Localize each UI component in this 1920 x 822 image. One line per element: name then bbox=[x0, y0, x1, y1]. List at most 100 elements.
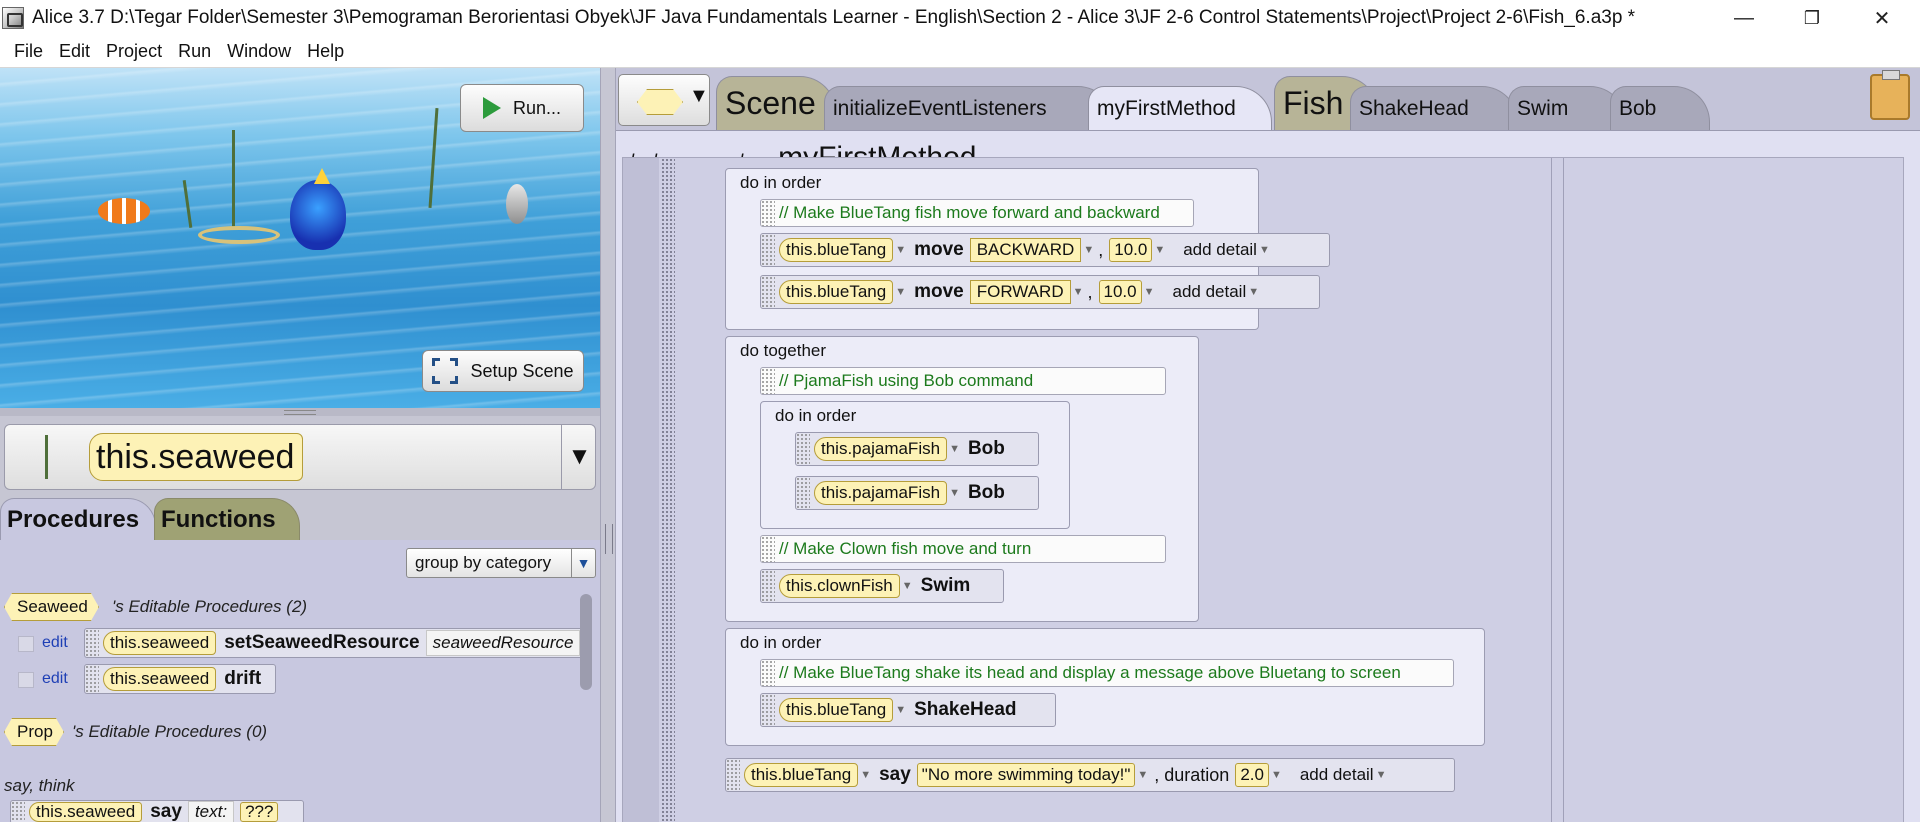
run-button[interactable]: Run... bbox=[460, 84, 584, 132]
chevron-down-icon[interactable]: ▼ bbox=[949, 487, 960, 499]
tab-scene[interactable]: Scene bbox=[716, 76, 836, 130]
drag-handle[interactable] bbox=[85, 665, 99, 693]
say-statement[interactable]: this.blueTang ▼ say "No more swimming tod… bbox=[725, 758, 1455, 792]
do-in-order-block[interactable]: do in order this.pajamaFish ▼ Bob this.pa… bbox=[760, 401, 1070, 529]
scene-splitter[interactable] bbox=[0, 408, 600, 416]
prop-type-tag[interactable]: Prop bbox=[4, 718, 64, 746]
group-by-select[interactable]: group by category ▼ bbox=[406, 548, 596, 578]
direction-pill[interactable]: FORWARD bbox=[969, 280, 1071, 304]
move-statement[interactable]: this.blueTang ▼ move BACKWARD ▼ , 10.0 ▼ ad… bbox=[760, 233, 1330, 267]
chevron-down-icon[interactable]: ▼ bbox=[1376, 769, 1387, 781]
tab-functions[interactable]: Functions bbox=[154, 498, 300, 540]
drag-handle[interactable] bbox=[796, 477, 810, 509]
drag-handle[interactable] bbox=[726, 759, 740, 791]
object-pill[interactable]: this.blueTang bbox=[744, 763, 859, 787]
add-detail-button[interactable]: add detail bbox=[1300, 765, 1374, 785]
drag-handle[interactable] bbox=[761, 200, 775, 226]
bob-statement[interactable]: this.pajamaFish ▼ Bob bbox=[795, 476, 1039, 510]
menu-file[interactable]: File bbox=[14, 41, 43, 62]
drag-handle[interactable] bbox=[761, 536, 775, 562]
object-pill[interactable]: this.clownFish bbox=[779, 574, 900, 598]
comment-statement[interactable]: // Make BlueTang fish move forward and b… bbox=[760, 199, 1194, 227]
menu-run[interactable]: Run bbox=[178, 41, 211, 62]
restore-button[interactable]: ❐ bbox=[1782, 0, 1842, 36]
comment-statement[interactable]: // PjamaFish using Bob command bbox=[760, 367, 1166, 395]
object-pill[interactable]: this.blueTang bbox=[779, 280, 894, 304]
swim-statement[interactable]: this.clownFish ▼ Swim bbox=[760, 569, 1004, 603]
menu-window[interactable]: Window bbox=[227, 41, 291, 62]
parameter-field[interactable]: seaweedResource bbox=[425, 630, 581, 656]
drag-handle[interactable] bbox=[761, 368, 775, 394]
chevron-down-icon[interactable]: ▼ bbox=[895, 286, 906, 298]
direction-pill[interactable]: BACKWARD bbox=[969, 238, 1082, 262]
procedure-tile[interactable]: this.seaweed say text: ??? bbox=[10, 800, 304, 822]
menu-project[interactable]: Project bbox=[106, 41, 162, 62]
do-together-block[interactable]: do together // PjamaFish using Bob comma… bbox=[725, 336, 1199, 622]
chevron-down-icon[interactable]: ▼ bbox=[1073, 286, 1084, 298]
chevron-down-icon[interactable]: ▼ bbox=[902, 580, 913, 592]
comment-statement[interactable]: // Make Clown fish move and turn bbox=[760, 535, 1166, 563]
amount-pill[interactable]: 10.0 bbox=[1098, 280, 1142, 304]
amount-pill[interactable]: 10.0 bbox=[1109, 238, 1153, 262]
setup-scene-button[interactable]: Setup Scene bbox=[422, 350, 584, 392]
edit-checkbox[interactable] bbox=[18, 636, 34, 652]
tab-initialize-event-listeners[interactable]: initializeEventListeners bbox=[824, 86, 1114, 130]
chevron-down-icon[interactable]: ▼ bbox=[1137, 769, 1148, 781]
object-pill[interactable]: this.blueTang bbox=[779, 238, 894, 262]
tab-bob[interactable]: Bob bbox=[1610, 86, 1710, 130]
chevron-down-icon[interactable]: ▼ bbox=[895, 244, 906, 256]
code-drag-handle[interactable] bbox=[661, 158, 675, 822]
drag-handle[interactable] bbox=[11, 801, 25, 822]
pane-divider[interactable] bbox=[600, 68, 616, 822]
procedure-tile[interactable]: this.seaweed setSeaweedResource seaweedR… bbox=[84, 628, 584, 658]
close-button[interactable]: ✕ bbox=[1852, 0, 1912, 36]
seaweed-type-tag[interactable]: Seaweed bbox=[4, 593, 99, 621]
text-param-value[interactable]: ??? bbox=[240, 802, 279, 822]
object-pill[interactable]: this.pajamaFish bbox=[814, 481, 948, 505]
type-selector-button[interactable]: ▼ bbox=[618, 74, 710, 126]
drag-handle[interactable] bbox=[85, 629, 99, 657]
drag-handle[interactable] bbox=[761, 660, 775, 686]
chevron-down-icon[interactable]: ▼ bbox=[1154, 244, 1165, 256]
comment-statement[interactable]: // Make BlueTang shake its head and disp… bbox=[760, 659, 1454, 687]
move-statement[interactable]: this.blueTang ▼ move FORWARD ▼ , 10.0 ▼ add… bbox=[760, 275, 1320, 309]
object-pill[interactable]: this.seaweed bbox=[29, 802, 143, 822]
edit-checkbox[interactable] bbox=[18, 672, 34, 688]
tab-my-first-method[interactable]: myFirstMethod bbox=[1088, 86, 1272, 130]
instance-selector[interactable]: this.seaweed ▼ bbox=[4, 424, 596, 490]
menu-help[interactable]: Help bbox=[307, 41, 344, 62]
duration-pill[interactable]: 2.0 bbox=[1235, 763, 1269, 787]
chevron-down-icon[interactable]: ▼ bbox=[1271, 769, 1282, 781]
drag-handle[interactable] bbox=[761, 694, 775, 726]
do-in-order-block[interactable]: do in order // Make BlueTang fish move f… bbox=[725, 168, 1330, 330]
chevron-down-icon[interactable]: ▼ bbox=[1144, 286, 1155, 298]
chevron-down-icon[interactable]: ▼ bbox=[895, 704, 906, 716]
chevron-down-icon[interactable]: ▼ bbox=[1083, 244, 1094, 256]
drag-handle[interactable] bbox=[796, 433, 810, 465]
procedures-scrollbar[interactable] bbox=[580, 594, 592, 690]
clipboard-icon[interactable] bbox=[1870, 70, 1910, 120]
chevron-down-icon[interactable]: ▼ bbox=[860, 769, 871, 781]
menu-edit[interactable]: Edit bbox=[59, 41, 90, 62]
chevron-down-icon[interactable]: ▼ bbox=[949, 443, 960, 455]
tab-swim[interactable]: Swim bbox=[1508, 86, 1626, 130]
object-pill[interactable]: this.seaweed bbox=[103, 667, 217, 691]
minimize-button[interactable]: — bbox=[1714, 0, 1774, 36]
do-in-order-block[interactable]: do in order // Make BlueTang shake its h… bbox=[725, 628, 1485, 746]
drag-handle[interactable] bbox=[761, 276, 775, 308]
add-detail-button[interactable]: add detail bbox=[1183, 240, 1257, 260]
tab-procedures[interactable]: Procedures bbox=[0, 498, 156, 540]
add-detail-button[interactable]: add detail bbox=[1173, 282, 1247, 302]
text-pill[interactable]: "No more swimming today!" bbox=[916, 763, 1136, 787]
shake-head-statement[interactable]: this.blueTang ▼ ShakeHead bbox=[760, 693, 1056, 727]
drag-handle[interactable] bbox=[761, 570, 775, 602]
edit-link[interactable]: edit bbox=[42, 634, 68, 652]
edit-link[interactable]: edit bbox=[42, 670, 68, 688]
drag-handle[interactable] bbox=[761, 234, 775, 266]
chevron-down-icon[interactable]: ▼ bbox=[1248, 286, 1259, 298]
object-pill[interactable]: this.blueTang bbox=[779, 698, 894, 722]
object-pill[interactable]: this.pajamaFish bbox=[814, 437, 948, 461]
tab-shake-head[interactable]: ShakeHead bbox=[1350, 86, 1518, 130]
instance-dropdown-arrow[interactable]: ▼ bbox=[561, 425, 597, 489]
bob-statement[interactable]: this.pajamaFish ▼ Bob bbox=[795, 432, 1039, 466]
